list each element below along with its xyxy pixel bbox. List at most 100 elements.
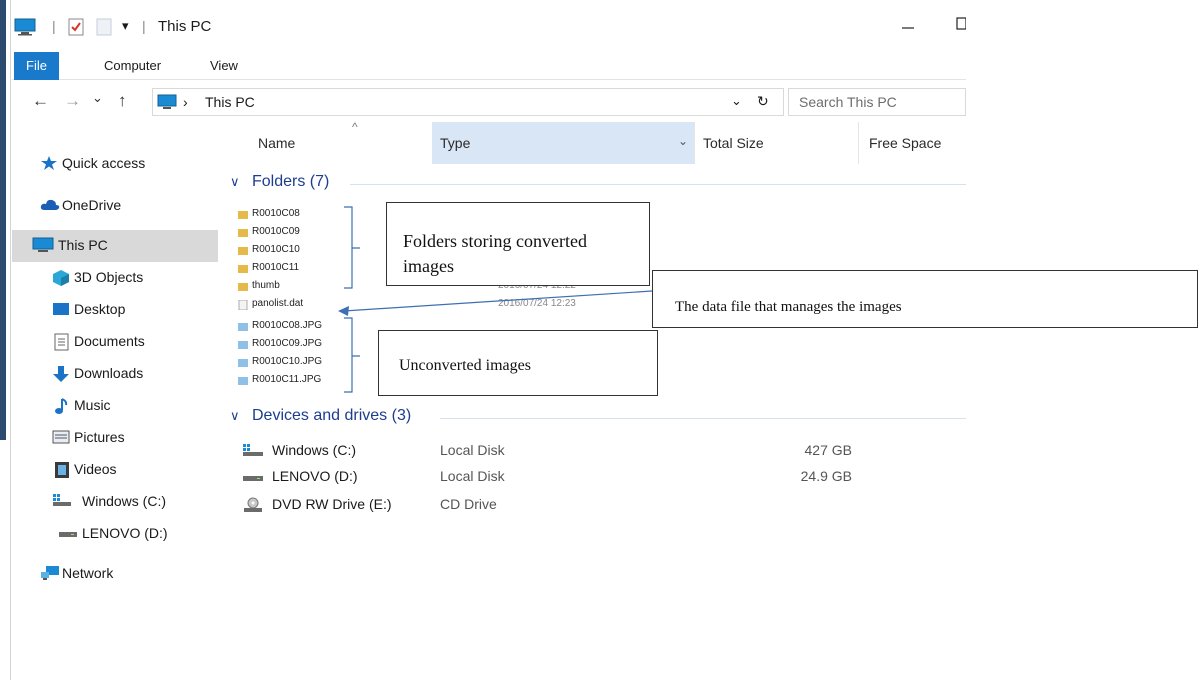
title-bar: | ▾ | This PC <box>12 10 967 46</box>
download-icon <box>52 365 72 382</box>
group-label: Devices and drives (3) <box>252 407 412 424</box>
computer-icon[interactable] <box>14 18 36 39</box>
file-name: thumb <box>252 280 280 291</box>
windows-drive-icon <box>242 443 264 457</box>
sidebar-item-lenovo-d[interactable]: LENOVO (D:) <box>12 520 218 548</box>
drive-item-windows-c[interactable]: Windows (C:) Local Disk 427 GB <box>242 440 852 462</box>
sidebar-item-3d-objects[interactable]: 3D Objects <box>12 264 218 292</box>
maximize-icon[interactable] <box>956 16 967 35</box>
image-icon <box>238 376 248 385</box>
column-header-name[interactable]: Name ^ <box>242 120 432 164</box>
callout-data-file: The data file that manages the images <box>652 270 1198 328</box>
window-title: This PC <box>158 18 212 35</box>
search-box[interactable]: Search This PC <box>788 88 966 116</box>
image-icon <box>238 322 248 331</box>
sidebar-item-onedrive[interactable]: OneDrive <box>12 192 218 220</box>
filter-dropdown-icon[interactable]: ⌄ <box>678 134 688 148</box>
explorer-window: | ▾ | This PC File Computer View ← → ⌄ ↑ <box>0 0 1200 680</box>
group-header-folders[interactable]: ∨ Folders (7) <box>228 170 966 198</box>
search-input[interactable]: Search This PC <box>799 94 897 110</box>
refresh-icon[interactable]: ↻ <box>757 93 769 110</box>
video-icon <box>54 461 74 478</box>
folder-icon <box>238 228 248 237</box>
column-header-free-space[interactable]: Free Space <box>858 122 966 164</box>
sidebar-item-pictures[interactable]: Pictures <box>12 424 218 452</box>
group-divider <box>350 184 966 185</box>
group-divider <box>440 418 966 419</box>
network-icon <box>40 565 60 581</box>
qa-separator: | <box>52 18 56 34</box>
callout-unconverted: Unconverted images <box>378 330 658 396</box>
chevron-down-icon: ∨ <box>230 174 240 189</box>
sidebar-item-quick-access[interactable]: Quick access <box>12 150 218 178</box>
folder-icon <box>238 264 248 273</box>
sidebar-item-network[interactable]: Network <box>12 560 218 588</box>
sidebar-item-label: Pictures <box>74 429 125 445</box>
drive-item-dvd-e[interactable]: DVD RW Drive (E:) CD Drive <box>242 494 852 516</box>
sidebar-item-label: Music <box>74 397 111 413</box>
sidebar-item-label: Network <box>62 565 114 581</box>
sidebar-item-label: OneDrive <box>62 197 122 213</box>
customize-qa-dropdown-icon[interactable]: ▾ <box>122 18 129 34</box>
drive-item-lenovo-d[interactable]: LENOVO (D:) Local Disk 24.9 GB <box>242 466 852 488</box>
group-header-drives[interactable]: ∨ Devices and drives (3) <box>228 404 966 432</box>
column-header-type[interactable]: Type ⌄ <box>432 122 694 164</box>
callout-text: Folders storing converted images <box>403 231 587 276</box>
sidebar-item-downloads[interactable]: Downloads <box>12 360 218 388</box>
sidebar-item-music[interactable]: Music <box>12 392 218 420</box>
sidebar-item-desktop[interactable]: Desktop <box>12 296 218 324</box>
drive-type: Local Disk <box>440 442 505 458</box>
file-name: R0010C10 <box>252 244 300 255</box>
group-label: Folders (7) <box>252 173 330 190</box>
sidebar-item-windows-c[interactable]: Windows (C:) <box>12 488 218 516</box>
sidebar-item-label: LENOVO (D:) <box>82 525 168 541</box>
file-name: R0010C11.JPG <box>252 374 322 385</box>
drive-name: Windows (C:) <box>272 442 357 458</box>
new-folder-icon[interactable] <box>96 18 112 39</box>
chevron-down-icon: ∨ <box>230 408 240 423</box>
back-icon[interactable]: ← <box>32 91 49 111</box>
drive-type: CD Drive <box>440 496 497 512</box>
column-label: Type <box>440 135 471 151</box>
recent-locations-icon[interactable]: ⌄ <box>92 90 103 106</box>
sidebar-item-label: 3D Objects <box>74 269 144 285</box>
image-icon <box>238 340 248 349</box>
navigation-pane: Quick access OneDrive This PC 3D Objects… <box>12 140 218 660</box>
tab-view[interactable]: View <box>198 52 250 80</box>
address-bar[interactable]: › This PC ⌄ ↻ <box>152 88 784 116</box>
window-border <box>10 0 11 680</box>
file-name: panolist.dat <box>252 298 304 309</box>
star-icon <box>40 155 60 171</box>
sidebar-item-label: This PC <box>58 237 108 253</box>
forward-icon[interactable]: → <box>64 91 81 111</box>
cube-icon <box>52 269 72 286</box>
dvd-drive-icon <box>242 497 264 512</box>
drive-name: LENOVO (D:) <box>272 468 358 484</box>
minimize-icon[interactable] <box>902 16 914 37</box>
sidebar-item-label: Windows (C:) <box>82 493 167 509</box>
file-name: R0010C10.JPG <box>252 356 323 367</box>
file-name: R0010C08.JPG <box>252 320 323 331</box>
window-edge <box>0 0 6 440</box>
sidebar-item-label: Documents <box>74 333 145 349</box>
column-label: Total Size <box>703 135 764 151</box>
drive-icon <box>58 525 78 541</box>
tab-file[interactable]: File <box>14 52 59 80</box>
tab-computer[interactable]: Computer <box>92 52 173 80</box>
address-dropdown-icon[interactable]: ⌄ <box>731 93 742 109</box>
sidebar-item-label: Videos <box>74 461 117 477</box>
sidebar-item-documents[interactable]: Documents <box>12 328 218 356</box>
up-icon[interactable]: ↑ <box>118 91 127 111</box>
music-icon <box>54 397 74 414</box>
document-icon <box>54 333 74 351</box>
ribbon-tabs: File Computer View <box>12 52 966 80</box>
image-icon <box>238 358 248 367</box>
column-header-total-size[interactable]: Total Size <box>694 122 858 164</box>
properties-icon[interactable] <box>68 18 84 39</box>
sidebar-item-this-pc[interactable]: This PC <box>12 230 218 262</box>
column-label: Free Space <box>869 135 942 151</box>
file-icon <box>238 299 248 311</box>
breadcrumb[interactable]: This PC <box>205 94 255 110</box>
sidebar-item-videos[interactable]: Videos <box>12 456 218 484</box>
qa-separator-2: | <box>142 18 146 34</box>
